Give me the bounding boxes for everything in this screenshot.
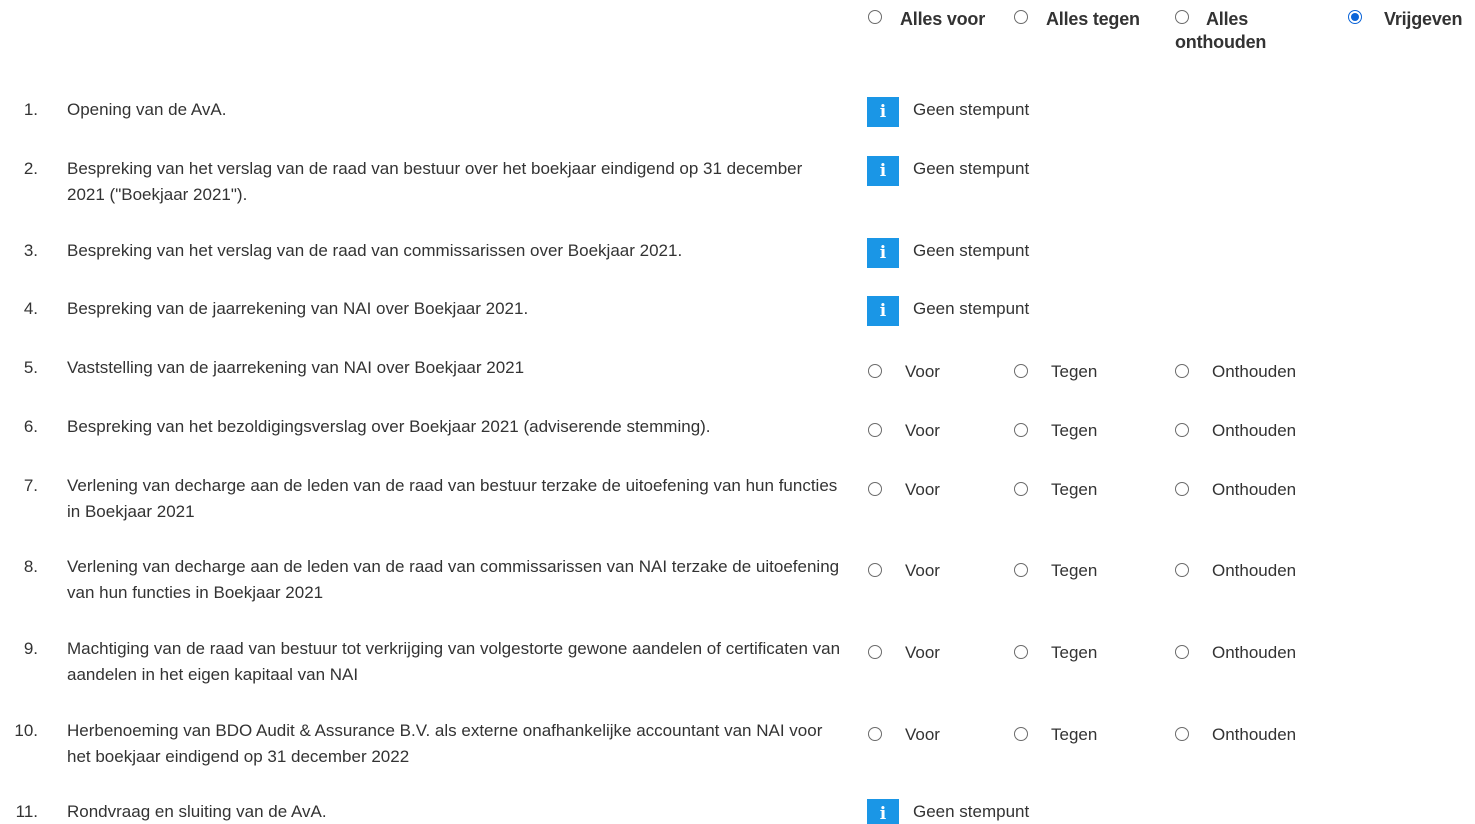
all-against-radio[interactable] <box>1014 10 1028 24</box>
agenda-text: Verlening van decharge aan de leden van … <box>67 557 840 602</box>
vote-against-label[interactable]: Tegen <box>1051 722 1097 748</box>
all-for-radio[interactable] <box>868 10 882 24</box>
voting-form: Alles voor Alles tegen Alles onthouden V… <box>0 0 1475 824</box>
vote-abstain-label[interactable]: Onthouden <box>1212 558 1296 584</box>
vote-abstain-radio[interactable] <box>1175 482 1189 496</box>
vote-against-radio[interactable] <box>1014 423 1028 437</box>
all-against-label[interactable]: Alles tegen <box>1046 8 1140 31</box>
vote-against-label[interactable]: Tegen <box>1051 359 1097 385</box>
all-for-label[interactable]: Alles voor <box>900 8 985 31</box>
vote-abstain-radio[interactable] <box>1175 645 1189 659</box>
vote-for-radio[interactable] <box>868 727 882 741</box>
vote-abstain-label[interactable]: Onthouden <box>1212 359 1296 385</box>
vote-for-radio[interactable] <box>868 423 882 437</box>
agenda-number: 4. <box>23 299 38 318</box>
vote-against-label[interactable]: Tegen <box>1051 418 1097 444</box>
vote-abstain-radio[interactable] <box>1175 727 1189 741</box>
vote-abstain-label[interactable]: Onthouden <box>1212 722 1296 748</box>
vote-abstain-radio[interactable] <box>1175 423 1189 437</box>
agenda-text: Bespreking van het verslag van de raad v… <box>67 241 683 260</box>
vote-against-radio[interactable] <box>1014 364 1028 378</box>
agenda-text: Machtiging van de raad van bestuur tot v… <box>67 639 841 684</box>
vote-for-radio[interactable] <box>868 563 882 577</box>
vote-for-radio[interactable] <box>868 482 882 496</box>
agenda-number: 10. <box>14 721 38 740</box>
vote-for-label[interactable]: Voor <box>905 640 940 666</box>
vote-abstain-label[interactable]: Onthouden <box>1212 640 1296 666</box>
release-radio[interactable] <box>1348 10 1362 24</box>
vote-abstain-radio[interactable] <box>1175 364 1189 378</box>
agenda-number: 3. <box>23 241 38 260</box>
vote-against-radio[interactable] <box>1014 645 1028 659</box>
agenda-number: 5. <box>23 358 38 377</box>
vote-for-radio[interactable] <box>868 364 882 378</box>
agenda-text: Herbenoeming van BDO Audit & Assurance B… <box>67 721 823 766</box>
agenda-number: 2. <box>23 159 38 178</box>
info-icon[interactable]: i <box>867 238 899 268</box>
no-vote-label: Geen stempunt <box>913 100 1030 119</box>
info-icon[interactable]: i <box>867 97 899 127</box>
vote-against-radio[interactable] <box>1014 727 1028 741</box>
agenda-text: Bespreking van het verslag van de raad v… <box>67 159 803 204</box>
vote-for-label[interactable]: Voor <box>905 477 940 503</box>
vote-for-label[interactable]: Voor <box>905 359 940 385</box>
info-icon[interactable]: i <box>867 799 899 824</box>
no-vote-label: Geen stempunt <box>913 299 1030 318</box>
vote-for-label[interactable]: Voor <box>905 558 940 584</box>
agenda-number: 7. <box>23 476 38 495</box>
vote-against-radio[interactable] <box>1014 563 1028 577</box>
vote-abstain-label[interactable]: Onthouden <box>1212 418 1296 444</box>
vote-for-radio[interactable] <box>868 645 882 659</box>
agenda-text: Bespreking van het bezoldigingsverslag o… <box>67 417 711 436</box>
agenda-number: 1. <box>23 100 38 119</box>
vote-against-label[interactable]: Tegen <box>1051 477 1097 503</box>
agenda-text: Rondvraag en sluiting van de AvA. <box>67 802 327 821</box>
agenda-number: 9. <box>23 639 38 658</box>
vote-for-label[interactable]: Voor <box>905 418 940 444</box>
agenda-number: 8. <box>23 557 38 576</box>
vote-for-label[interactable]: Voor <box>905 722 940 748</box>
agenda-text: Vaststelling van de jaarrekening van NAI… <box>67 358 525 377</box>
no-vote-label: Geen stempunt <box>913 241 1030 260</box>
vote-against-radio[interactable] <box>1014 482 1028 496</box>
agenda-text: Opening van de AvA. <box>67 100 227 119</box>
agenda-number: 6. <box>23 417 38 436</box>
agenda-text: Bespreking van de jaarrekening van NAI o… <box>67 299 529 318</box>
info-icon[interactable]: i <box>867 156 899 186</box>
all-abstain-label[interactable]: Alles onthouden <box>1175 8 1285 54</box>
no-vote-label: Geen stempunt <box>913 802 1030 821</box>
vote-against-label[interactable]: Tegen <box>1051 640 1097 666</box>
agenda-number: 11. <box>15 802 38 821</box>
release-label[interactable]: Vrijgeven <box>1384 8 1462 31</box>
vote-abstain-radio[interactable] <box>1175 563 1189 577</box>
info-icon[interactable]: i <box>867 296 899 326</box>
no-vote-label: Geen stempunt <box>913 159 1030 178</box>
vote-against-label[interactable]: Tegen <box>1051 558 1097 584</box>
agenda-text: Verlening van decharge aan de leden van … <box>67 476 838 521</box>
vote-abstain-label[interactable]: Onthouden <box>1212 477 1296 503</box>
